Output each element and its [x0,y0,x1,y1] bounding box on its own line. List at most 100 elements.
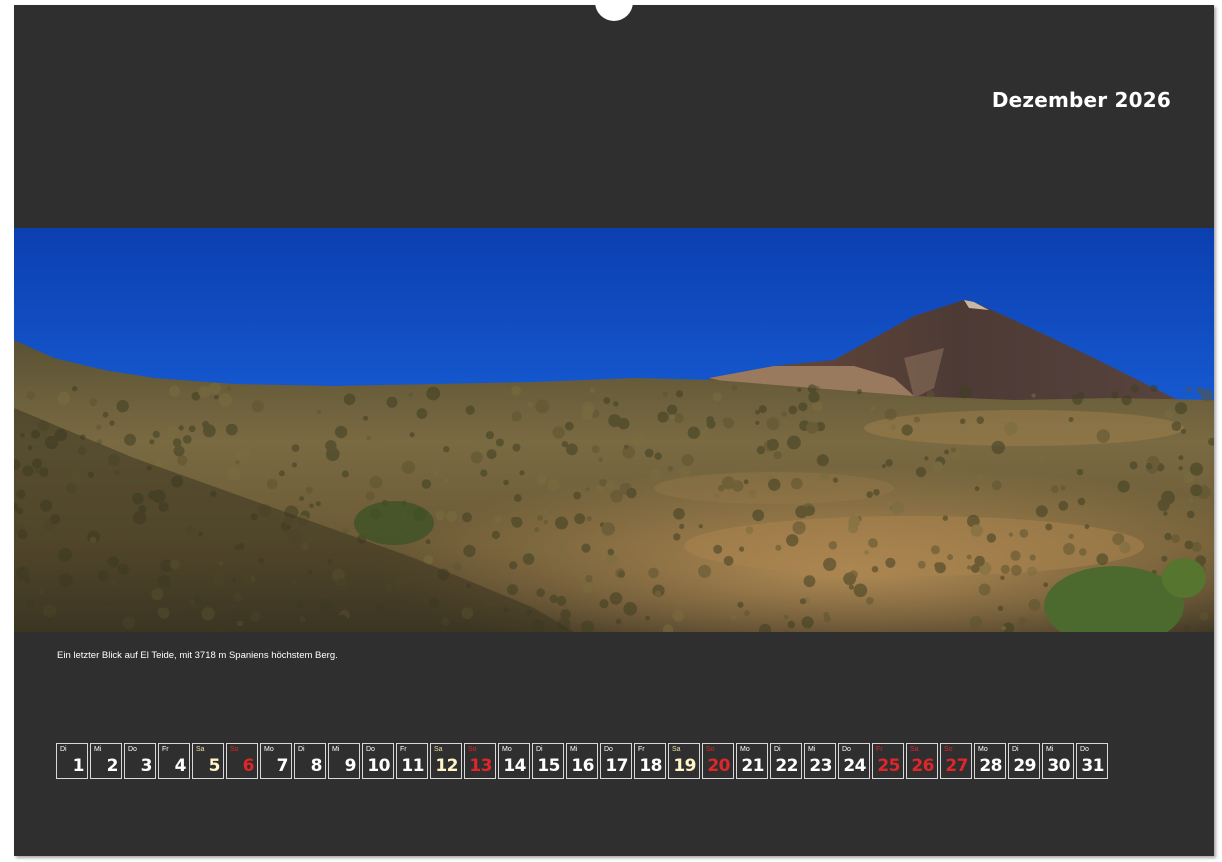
day-cell: So 6 [226,743,258,779]
day-number: 17 [605,756,628,776]
day-weekday: Mo [978,746,988,753]
day-weekday: Do [1080,746,1089,753]
day-strip: Di 1 Mi 2 Do 3 Fr 4 Sa 5 So 6 Mo 7 Di 8 Mi 9 Do 10 Fr 11 Sa 12 S… [56,743,1108,779]
day-number: 11 [401,756,424,776]
day-cell: Fr 11 [396,743,428,779]
day-weekday: Fr [162,746,169,753]
day-number: 8 [310,756,323,776]
day-weekday: Do [604,746,613,753]
day-weekday: Sa [672,746,681,753]
day-weekday: Mo [740,746,750,753]
day-cell: So 20 [702,743,734,779]
day-weekday: Mi [808,746,816,753]
day-weekday: Mi [1046,746,1054,753]
day-number: 7 [276,756,289,776]
day-number: 23 [809,756,832,776]
day-weekday: So [230,746,239,753]
day-number: 2 [106,756,119,776]
day-weekday: Sa [196,746,205,753]
day-cell: Do 10 [362,743,394,779]
day-cell: Mi 16 [566,743,598,779]
day-cell: Mi 23 [804,743,836,779]
day-number: 3 [140,756,153,776]
day-number: 24 [843,756,866,776]
day-weekday: Do [366,746,375,753]
day-number: 4 [174,756,187,776]
day-number: 1 [72,756,85,776]
day-number: 30 [1047,756,1070,776]
day-weekday: Di [536,746,543,753]
day-weekday: Mo [502,746,512,753]
day-cell: Sa 26 [906,743,938,779]
day-weekday: Fr [876,746,883,753]
day-weekday: Do [842,746,851,753]
day-weekday: Mo [264,746,274,753]
day-cell: Mo 14 [498,743,530,779]
day-cell: So 27 [940,743,972,779]
day-weekday: Do [128,746,137,753]
landscape-photo [14,228,1214,632]
day-cell: Sa 19 [668,743,700,779]
day-number: 29 [1013,756,1036,776]
day-cell: Sa 12 [430,743,462,779]
day-weekday: Fr [400,746,407,753]
day-weekday: Mi [332,746,340,753]
day-number: 25 [877,756,900,776]
day-weekday: Di [1012,746,1019,753]
day-weekday: So [944,746,953,753]
day-cell: Fr 18 [634,743,666,779]
day-weekday: Mi [570,746,578,753]
day-number: 12 [435,756,458,776]
day-cell: Di 8 [294,743,326,779]
day-number: 21 [741,756,764,776]
day-number: 9 [344,756,357,776]
day-number: 31 [1081,756,1104,776]
day-number: 14 [503,756,526,776]
day-weekday: Fr [638,746,645,753]
day-cell: Fr 4 [158,743,190,779]
day-weekday: Sa [434,746,443,753]
day-number: 27 [945,756,968,776]
day-cell: Mi 9 [328,743,360,779]
day-cell: Di 29 [1008,743,1040,779]
day-cell: Do 17 [600,743,632,779]
day-number: 18 [639,756,662,776]
day-number: 26 [911,756,934,776]
calendar-page: Dezember 2026 Ein letzter Blick auf El T… [14,0,1214,856]
day-cell: Mi 30 [1042,743,1074,779]
day-cell: So 13 [464,743,496,779]
day-cell: Di 22 [770,743,802,779]
day-cell: Mo 7 [260,743,292,779]
day-weekday: Mi [94,746,102,753]
day-number: 19 [673,756,696,776]
day-cell: Mo 28 [974,743,1006,779]
day-cell: Mi 2 [90,743,122,779]
day-number: 15 [537,756,560,776]
day-weekday: Di [60,746,67,753]
day-cell: Fr 25 [872,743,904,779]
hanger-cutout [595,0,633,21]
day-cell: Di 1 [56,743,88,779]
day-number: 22 [775,756,798,776]
day-number: 6 [242,756,255,776]
day-cell: Sa 5 [192,743,224,779]
day-cell: Di 15 [532,743,564,779]
photo-caption: Ein letzter Blick auf El Teide, mit 3718… [57,650,338,661]
day-cell: Do 31 [1076,743,1108,779]
day-number: 13 [469,756,492,776]
day-number: 5 [208,756,221,776]
day-number: 28 [979,756,1002,776]
day-weekday: So [706,746,715,753]
day-number: 10 [367,756,390,776]
day-cell: Do 24 [838,743,870,779]
day-weekday: Di [298,746,305,753]
day-weekday: Di [774,746,781,753]
day-number: 20 [707,756,730,776]
day-cell: Do 3 [124,743,156,779]
month-title: Dezember 2026 [991,88,1171,112]
el-teide-image [14,228,1214,632]
day-number: 16 [571,756,594,776]
day-weekday: Sa [910,746,919,753]
day-cell: Mo 21 [736,743,768,779]
day-weekday: So [468,746,477,753]
